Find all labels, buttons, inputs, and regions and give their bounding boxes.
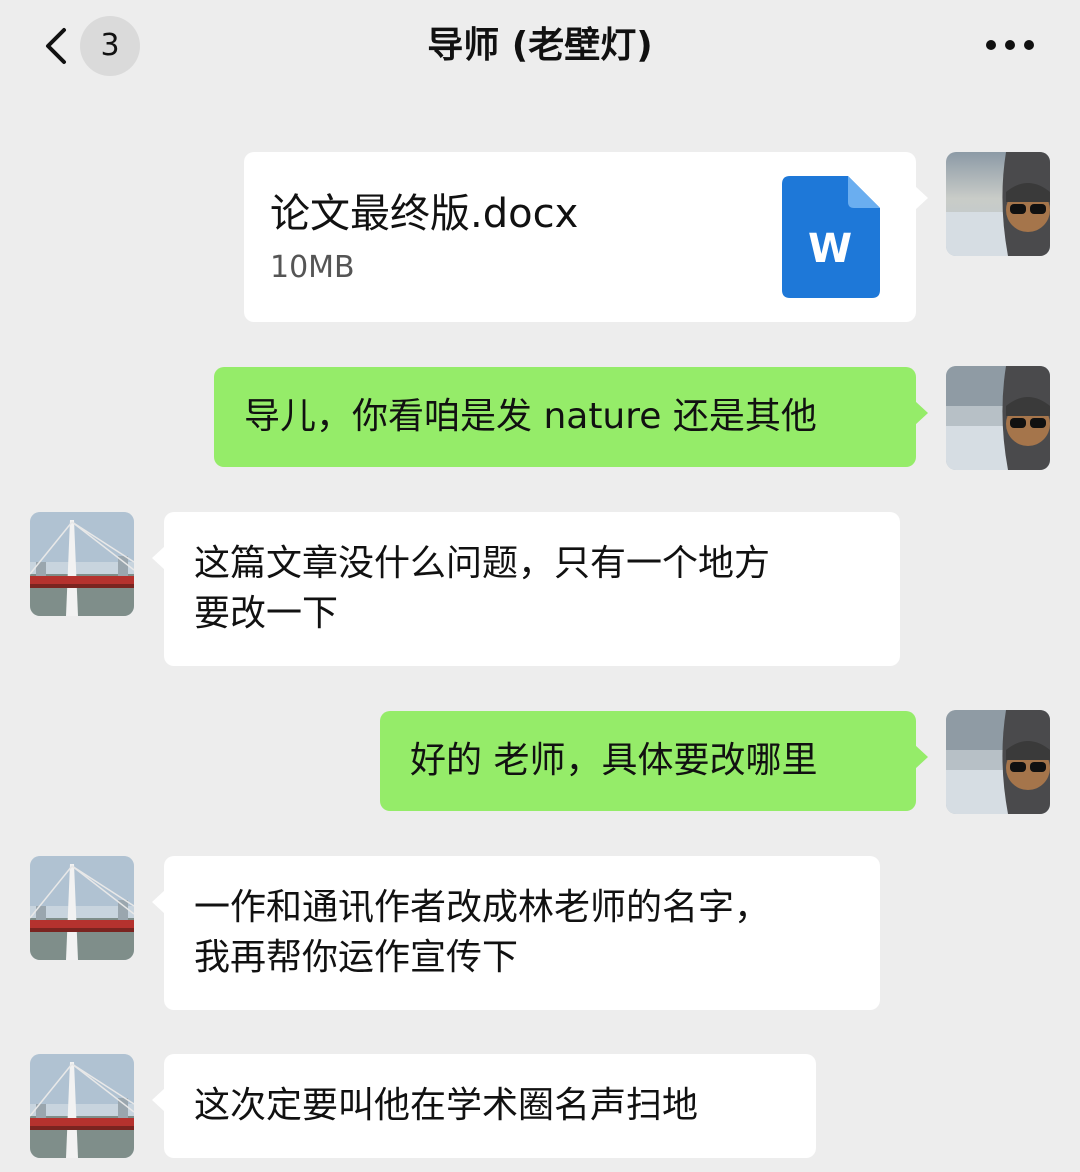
word-icon-letter: W (808, 226, 852, 272)
bubble-tail (915, 745, 928, 769)
contact-avatar[interactable] (30, 512, 134, 616)
file-size: 10MB (270, 250, 355, 285)
chat-title: 导师 (老壁灯) (427, 25, 653, 66)
message-text: 导儿，你看咱是发 nature 还是其他 (244, 396, 817, 437)
bubble-tail (915, 186, 928, 210)
incoming-message-bubble[interactable]: 这篇文章没什么问题，只有一个地方 要改一下 (152, 512, 900, 666)
my-avatar[interactable] (946, 366, 1050, 470)
file-message-bubble[interactable]: 论文最终版.docx 10MB W (244, 152, 928, 322)
message-text: 这次定要叫他在学术圈名声扫地 (194, 1085, 699, 1126)
message-text: 好的 老师，具体要改哪里 (410, 740, 818, 781)
message-text: 这篇文章没什么问题，只有一个地方 要改一下 (194, 543, 771, 634)
bubble-tail (152, 546, 165, 570)
message-text: 一作和通讯作者改成林老师的名字， 我再帮你运作宣传下 (194, 887, 771, 978)
chat-header: 3 导师 (老壁灯) (0, 0, 1080, 96)
incoming-message-bubble[interactable]: 这次定要叫他在学术圈名声扫地 (152, 1054, 816, 1158)
my-avatar[interactable] (946, 710, 1050, 814)
outgoing-message-bubble[interactable]: 导儿，你看咱是发 nature 还是其他 (214, 367, 928, 467)
incoming-message-bubble[interactable]: 一作和通讯作者改成林老师的名字， 我再帮你运作宣传下 (152, 856, 880, 1010)
bubble-tail (152, 890, 165, 914)
file-name: 论文最终版.docx (270, 191, 579, 237)
bubble-tail (915, 401, 928, 425)
contact-avatar[interactable] (30, 1054, 134, 1158)
my-avatar[interactable] (946, 152, 1050, 256)
word-document-icon: W (782, 176, 880, 298)
chat-screen: 3 导师 (老壁灯) 论文最终版.docx 10MB W 导儿，你看咱是发 na… (0, 0, 1080, 1172)
bubble-tail (152, 1088, 165, 1112)
contact-avatar[interactable] (30, 856, 134, 960)
outgoing-message-bubble[interactable]: 好的 老师，具体要改哪里 (380, 711, 928, 811)
more-options-icon[interactable] (984, 34, 1036, 56)
